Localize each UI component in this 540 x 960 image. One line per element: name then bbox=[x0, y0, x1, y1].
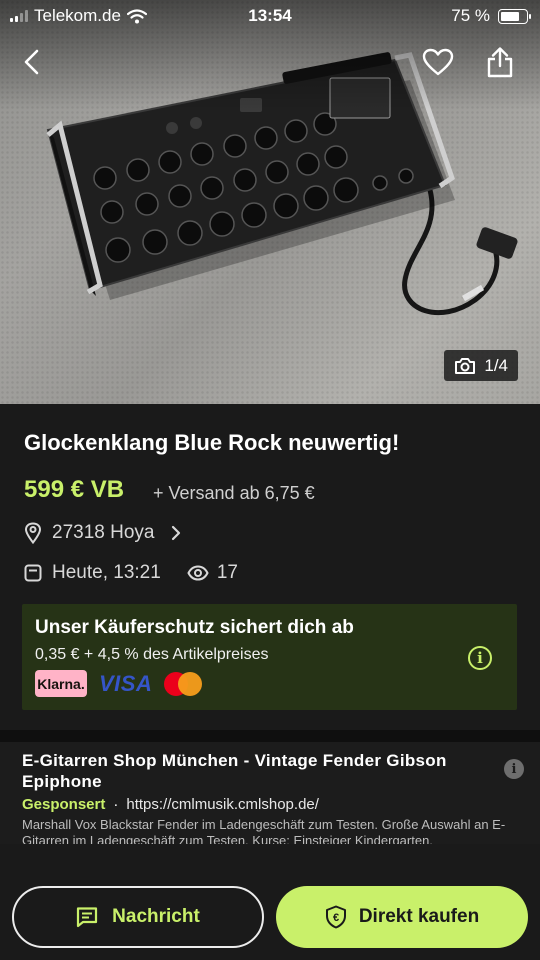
meta-separator: · bbox=[113, 796, 119, 813]
back-button[interactable] bbox=[10, 40, 54, 84]
shipping-info: + Versand ab 6,75 € bbox=[153, 483, 315, 503]
favorite-button[interactable] bbox=[416, 40, 460, 84]
date-views-row: Heute, 13:21 17 bbox=[24, 562, 238, 584]
listing-title: Glockenklang Blue Rock neuwertig! bbox=[24, 430, 400, 455]
buyer-protection-title: Unser Käuferschutz sichert dich ab bbox=[35, 617, 354, 638]
share-icon bbox=[487, 47, 513, 78]
message-button[interactable]: Nachricht bbox=[12, 886, 264, 948]
buy-now-button[interactable]: € Direkt kaufen bbox=[276, 886, 528, 948]
camera-icon bbox=[455, 357, 476, 374]
battery-info: 75 % bbox=[451, 6, 531, 26]
ad-info-icon[interactable]: i bbox=[504, 759, 524, 779]
heart-icon bbox=[422, 48, 454, 76]
battery-percent: 75 % bbox=[451, 6, 490, 25]
ad-title[interactable]: E-Gitarren Shop München - Vintage Fender… bbox=[22, 750, 512, 792]
views-count: 17 bbox=[187, 562, 238, 584]
location-pin-icon bbox=[24, 522, 42, 544]
svg-text:€: € bbox=[333, 912, 339, 924]
status-bar: Telekom.de 13:54 75 % bbox=[0, 0, 540, 32]
chevron-left-icon bbox=[24, 49, 39, 75]
buyer-protection-fee: 0,35 € + 4,5 % des Artikelpreises bbox=[35, 646, 269, 663]
chevron-right-icon bbox=[172, 525, 181, 541]
bottom-action-bar: Nachricht € Direkt kaufen bbox=[0, 862, 540, 960]
visa-logo: VISA bbox=[99, 670, 153, 696]
calendar-icon bbox=[24, 564, 42, 582]
sponsored-ad[interactable]: E-Gitarren Shop München - Vintage Fender… bbox=[0, 742, 540, 850]
location-label: 27318 Hoya bbox=[52, 522, 155, 543]
euro-shield-icon: € bbox=[325, 905, 346, 929]
section-divider bbox=[0, 730, 540, 742]
payment-methods: Klarna. VISA bbox=[35, 670, 203, 697]
battery-icon bbox=[498, 8, 531, 24]
share-button[interactable] bbox=[478, 40, 522, 84]
message-button-label: Nachricht bbox=[112, 906, 200, 927]
buy-button-label: Direkt kaufen bbox=[358, 906, 480, 927]
posted-date: Heute, 13:21 bbox=[52, 562, 161, 583]
mastercard-logo bbox=[164, 671, 203, 696]
ad-bottom-edge bbox=[0, 844, 540, 850]
location-row[interactable]: 27318 Hoya bbox=[24, 522, 182, 544]
ad-meta: Gesponsert · https://cmlmusik.cmlshop.de… bbox=[22, 796, 319, 813]
views-label: 17 bbox=[216, 562, 238, 583]
message-icon bbox=[77, 907, 98, 928]
klarna-logo: Klarna. bbox=[35, 670, 87, 697]
image-counter-label: 1/4 bbox=[484, 355, 508, 375]
buyer-protection-box: Unser Käuferschutz sichert dich ab 0,35 … bbox=[22, 604, 517, 710]
listing-price: 599 € VB bbox=[24, 476, 125, 503]
eye-icon bbox=[187, 565, 209, 581]
sponsored-label: Gesponsert bbox=[22, 796, 106, 813]
image-counter[interactable]: 1/4 bbox=[444, 350, 518, 381]
ad-url[interactable]: https://cmlmusik.cmlshop.de/ bbox=[126, 796, 319, 813]
info-icon[interactable]: i bbox=[468, 646, 492, 670]
